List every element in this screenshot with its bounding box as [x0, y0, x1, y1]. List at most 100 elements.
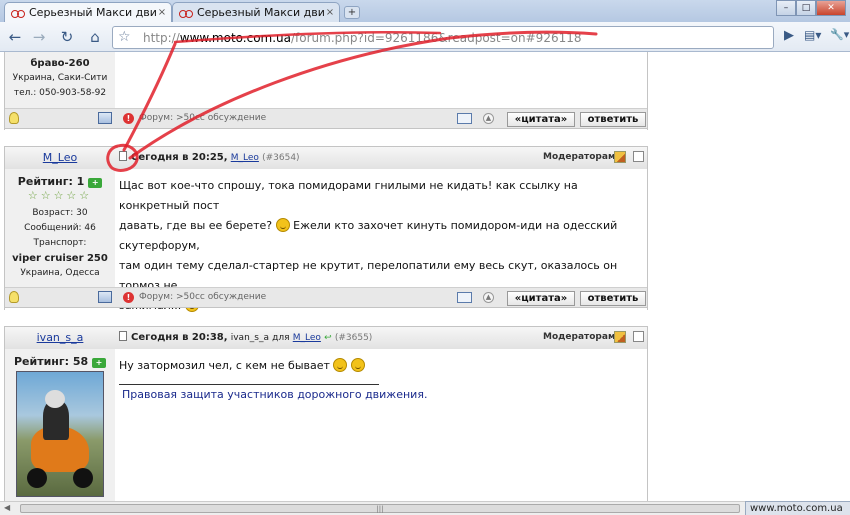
forum-label: Форум: >50cc обсуждение	[139, 113, 267, 123]
maximize-button[interactable]: □	[796, 0, 816, 16]
new-tab-button[interactable]: +	[344, 6, 360, 19]
post-3655: ivan_s_a Сегодня в 20:38, ivan_s_a для M…	[4, 326, 648, 501]
bookmark-star-icon[interactable]: ☆	[118, 29, 131, 45]
user-column: Рейтинг: 1 + ☆☆☆☆☆ Возраст: 30 Сообщений…	[5, 169, 115, 289]
post-3654: M_Leo Сегодня в 20:25, M_Leo (#3654) Мод…	[4, 146, 648, 312]
tab-inactive[interactable]: Серьезный Макси движ!... ×	[172, 2, 340, 22]
user-avatar	[16, 371, 104, 497]
post-number[interactable]: (#3655)	[335, 333, 372, 343]
page-content: браво-260 Украина, Саки-Сити тел.: 050-9…	[0, 52, 850, 501]
page-right-margin	[648, 52, 850, 501]
moderators-label: Модераторам:	[543, 332, 619, 342]
tab-close-icon[interactable]: ×	[325, 7, 335, 18]
user-phone: тел.: 050-903-58-92	[13, 88, 107, 98]
post-footer: ! Форум: >50cc обсуждение ▲ «цитата» отв…	[5, 108, 647, 129]
bulb-icon[interactable]	[9, 112, 19, 124]
post-author: ivan_s_a	[230, 333, 269, 343]
title-bar: Серьезный Макси движ!... × Серьезный Мак…	[0, 0, 850, 22]
post-meta: Сегодня в 20:25, M_Leo (#3654)	[119, 151, 300, 163]
forward-button[interactable]: →	[28, 27, 50, 49]
reply-button[interactable]: ответить	[580, 112, 646, 127]
post-recipient[interactable]: M_Leo	[293, 333, 321, 343]
post-previous: браво-260 Украина, Саки-Сити тел.: 050-9…	[4, 52, 648, 130]
tab-active[interactable]: Серьезный Макси движ!... ×	[4, 2, 172, 22]
post-author[interactable]: M_Leo	[231, 153, 259, 163]
browser-toolbar: ← → ↻ ⌂ ☆ http://www.moto.com.ua/forum.p…	[0, 22, 850, 52]
post-body: Ну затормозил чел, с кем не бывает	[119, 356, 519, 376]
user-rating: Рейтинг: 58 +	[5, 349, 115, 369]
smiley-icon	[350, 358, 365, 372]
close-window-button[interactable]: ✕	[816, 0, 846, 16]
post-header: M_Leo Сегодня в 20:25, M_Leo (#3654) Мод…	[5, 146, 647, 169]
reload-button[interactable]: ↻	[56, 27, 78, 49]
report-icon[interactable]: !	[123, 292, 134, 303]
rating-stars: ☆☆☆☆☆	[27, 189, 93, 202]
user-age: Возраст: 30	[32, 208, 88, 218]
user-column: Рейтинг: 58 +	[5, 349, 115, 501]
tab-title: Серьезный Макси движ!...	[29, 6, 157, 19]
user-rating: Рейтинг: 1 +	[5, 169, 115, 189]
post-line: Щас вот кое-что спрошу, тока помидорами …	[119, 179, 578, 212]
scrollbar-thumb[interactable]: |||	[20, 504, 740, 513]
signature-link[interactable]: Правовая защита участников дорожного дви…	[122, 388, 427, 401]
post-date: Сегодня в 20:25,	[131, 152, 228, 163]
tab-title: Серьезный Макси движ!...	[197, 6, 325, 19]
post-line: давать, где вы ее берете? Ежели кто захо…	[119, 218, 618, 252]
user-location: Украина, Одесса	[20, 268, 100, 278]
post-username[interactable]: M_Leo	[5, 151, 115, 164]
tools-menu-button[interactable]: 🔧▾	[830, 28, 849, 41]
home-icon[interactable]	[98, 291, 112, 303]
smiley-icon	[333, 358, 348, 372]
scroll-up-icon[interactable]: ▲	[483, 292, 494, 303]
signature-divider	[119, 384, 379, 385]
horizontal-scrollbar[interactable]: ◀ |||	[0, 501, 745, 515]
edit-pencil-icon[interactable]	[614, 151, 626, 163]
back-button[interactable]: ←	[4, 27, 26, 49]
address-bar[interactable]: ☆ http://www.moto.com.ua/forum.php?id=92…	[112, 26, 774, 49]
post-date: Сегодня в 20:38,	[131, 332, 228, 343]
page-menu-button[interactable]: ▤▾	[804, 28, 821, 42]
status-bar: www.moto.com.ua	[745, 501, 850, 515]
moto-favicon-icon	[11, 8, 25, 18]
user-message-count: Сообщений: 46	[24, 223, 96, 233]
mail-icon[interactable]	[457, 113, 472, 124]
user-transport: viper cruiser 250	[12, 253, 108, 264]
user-location: Украина, Саки-Сити	[12, 73, 108, 83]
post-header: ivan_s_a Сегодня в 20:38, ivan_s_a для M…	[5, 326, 647, 349]
post-username[interactable]: ivan_s_a	[5, 331, 115, 344]
user-transport: браво-260	[30, 58, 90, 69]
scroll-up-icon[interactable]: ▲	[483, 113, 494, 124]
rating-plus-icon[interactable]: +	[92, 358, 107, 368]
bulb-icon[interactable]	[9, 291, 19, 303]
tab-close-icon[interactable]: ×	[157, 7, 167, 18]
reply-button[interactable]: ответить	[580, 291, 646, 306]
post-footer: ! Форум: >50cc обсуждение ▲ «цитата» отв…	[5, 287, 647, 308]
post-number[interactable]: (#3654)	[262, 153, 299, 163]
home-button[interactable]: ⌂	[84, 27, 106, 49]
forum-label: Форум: >50cc обсуждение	[139, 292, 267, 302]
post-to-label: для	[272, 333, 290, 343]
minimize-button[interactable]: –	[776, 0, 796, 16]
quote-button[interactable]: «цитата»	[507, 112, 575, 127]
mail-icon[interactable]	[457, 292, 472, 303]
moderate-checkbox[interactable]	[633, 331, 644, 342]
user-transport-label: Транспорт:	[33, 238, 87, 248]
moto-favicon-icon	[179, 8, 193, 18]
report-icon[interactable]: !	[123, 113, 134, 124]
post-link-icon[interactable]	[119, 151, 127, 161]
reply-arrow-icon: ↩	[324, 333, 332, 343]
window-controls: – □ ✕	[776, 0, 846, 16]
rating-plus-icon[interactable]: +	[88, 178, 103, 188]
post-meta: Сегодня в 20:38, ivan_s_a для M_Leo ↩ (#…	[119, 331, 372, 343]
moderate-checkbox[interactable]	[633, 151, 644, 162]
smiley-icon	[275, 218, 290, 232]
go-button[interactable]: ▶	[784, 28, 794, 43]
quote-button[interactable]: «цитата»	[507, 291, 575, 306]
post-link-icon[interactable]	[119, 331, 127, 341]
address-url: http://www.moto.com.ua/forum.php?id=9261…	[143, 31, 582, 45]
scroll-left-icon[interactable]: ◀	[4, 503, 10, 512]
home-icon[interactable]	[98, 112, 112, 124]
moderators-label: Модераторам:	[543, 152, 619, 162]
edit-pencil-icon[interactable]	[614, 331, 626, 343]
user-column: браво-260 Украина, Саки-Сити тел.: 050-9…	[5, 52, 115, 108]
